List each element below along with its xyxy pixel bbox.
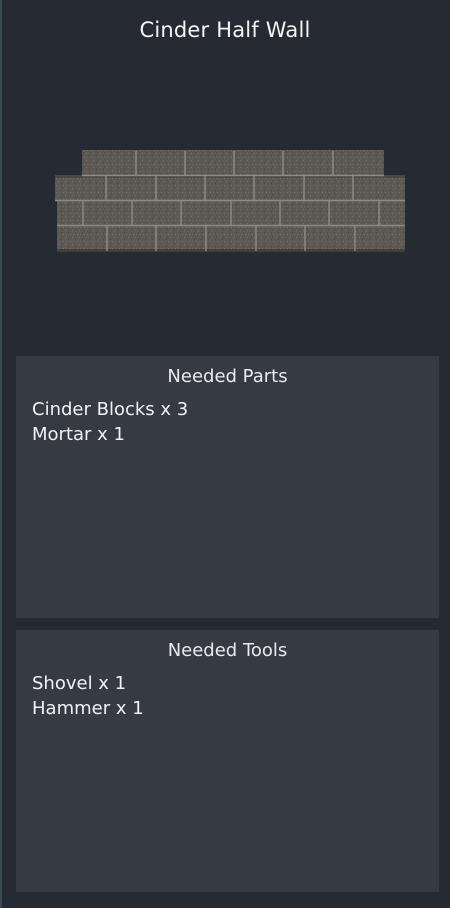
needed-tools-list: Shovel x 1 Hammer x 1 <box>32 672 144 721</box>
item-title: Cinder Half Wall <box>139 18 311 42</box>
needed-parts-panel: Needed Parts Cinder Blocks x 3 Mortar x … <box>16 356 439 618</box>
list-item: Mortar x 1 <box>32 423 125 445</box>
list-item: Cinder Blocks x 3 <box>32 399 189 420</box>
window-edge <box>0 0 2 908</box>
needed-tools-header: Needed Tools <box>167 640 288 661</box>
list-item: Shovel x 1 <box>32 673 127 694</box>
needed-tools-panel: Needed Tools Shovel x 1 Hammer x 1 <box>16 630 439 892</box>
cinder-block-wall-icon <box>55 150 405 252</box>
needed-parts-header: Needed Parts <box>167 366 288 387</box>
list-item: Hammer x 1 <box>32 697 144 719</box>
needed-parts-list: Cinder Blocks x 3 Mortar x 1 <box>32 398 188 447</box>
